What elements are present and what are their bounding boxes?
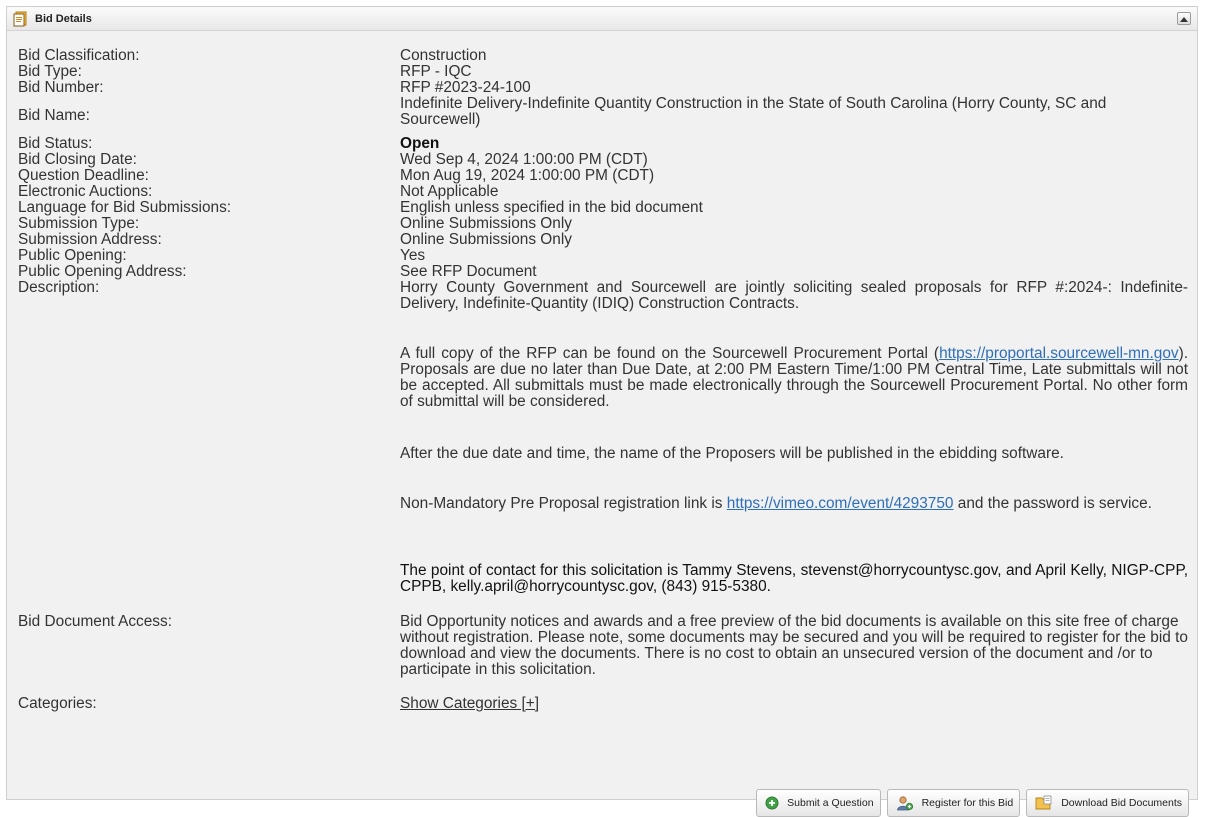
field-label: Bid Status:	[18, 135, 93, 152]
panel-header: Bid Details	[7, 7, 1197, 31]
submit-question-button[interactable]: Submit a Question	[756, 789, 881, 817]
button-label: Download Bid Documents	[1061, 797, 1182, 809]
field-value: Bid Opportunity notices and awards and a…	[400, 613, 1188, 678]
collapse-panel-button[interactable]	[1177, 12, 1191, 25]
sourcewell-portal-link[interactable]: https://proportal.sourcewell-mn.gov	[939, 345, 1179, 362]
description-paragraph: The point of contact for this solicitati…	[400, 562, 1188, 595]
action-buttons: Submit a Question Register for this Bid	[756, 789, 1189, 817]
field-label: Electronic Auctions:	[18, 183, 153, 200]
button-label: Register for this Bid	[921, 797, 1014, 809]
download-bid-documents-button[interactable]: Download Bid Documents	[1026, 789, 1189, 817]
field-value: Mon Aug 19, 2024 1:00:00 PM (CDT)	[400, 167, 655, 184]
register-for-bid-button[interactable]: Register for this Bid	[886, 789, 1021, 817]
field-value: Wed Sep 4, 2024 1:00:00 PM (CDT)	[400, 151, 648, 168]
field-value: Online Submissions Only	[400, 231, 572, 248]
field-label: Categories:	[18, 695, 97, 712]
field-label: Bid Document Access:	[18, 613, 172, 630]
add-circle-icon	[765, 796, 779, 810]
vimeo-event-link[interactable]: https://vimeo.com/event/4293750	[727, 495, 954, 512]
bid-details-panel: Bid Details Bid Classification: Construc…	[6, 6, 1198, 817]
field-label: Submission Address:	[18, 231, 162, 248]
description-text: Non-Mandatory Pre Proposal registration …	[400, 495, 727, 512]
description-text: A full copy of the RFP can be found on t…	[400, 345, 940, 362]
field-value: Not Applicable	[400, 183, 499, 200]
description-paragraph: After the due date and time, the name of…	[400, 445, 1064, 462]
description-paragraph: Non-Mandatory Pre Proposal registration …	[400, 496, 1188, 512]
documents-icon	[13, 11, 29, 27]
field-label: Bid Name:	[18, 107, 90, 124]
field-label: Submission Type:	[18, 215, 140, 232]
field-label: Public Opening:	[18, 247, 127, 264]
field-value: English unless specified in the bid docu…	[400, 199, 703, 216]
field-label: Bid Number:	[18, 79, 104, 96]
show-categories-link[interactable]: Show Categories [+]	[400, 696, 1188, 712]
field-value: Yes	[400, 247, 426, 264]
description-paragraph: Horry County Government and Sourcewell a…	[400, 279, 1188, 312]
field-value: Online Submissions Only	[400, 215, 572, 232]
field-value: See RFP Document	[400, 263, 537, 280]
field-label: Question Deadline:	[18, 167, 149, 184]
button-label: Submit a Question	[787, 797, 874, 809]
field-value: Construction	[400, 47, 487, 64]
field-label: Bid Classification:	[18, 47, 140, 64]
field-value: RFP #2023-24-100	[400, 79, 531, 96]
folder-download-icon	[1035, 795, 1053, 811]
field-label: Bid Type:	[18, 63, 82, 80]
status-badge: Open	[400, 135, 440, 152]
panel-title: Bid Details	[35, 12, 92, 25]
user-register-icon	[896, 795, 914, 811]
field-label: Public Opening Address:	[18, 263, 187, 280]
field-label: Language for Bid Submissions:	[18, 199, 232, 216]
field-value: RFP - IQC	[400, 63, 472, 80]
field-label: Bid Closing Date:	[18, 151, 137, 168]
description-text: and the password is service.	[953, 495, 1152, 512]
field-label: Description:	[18, 279, 100, 296]
chevron-up-icon	[1180, 16, 1188, 22]
field-value: Indefinite Delivery-Indefinite Quantity …	[400, 95, 1107, 128]
description-paragraph: A full copy of the RFP can be found on t…	[400, 346, 1188, 410]
